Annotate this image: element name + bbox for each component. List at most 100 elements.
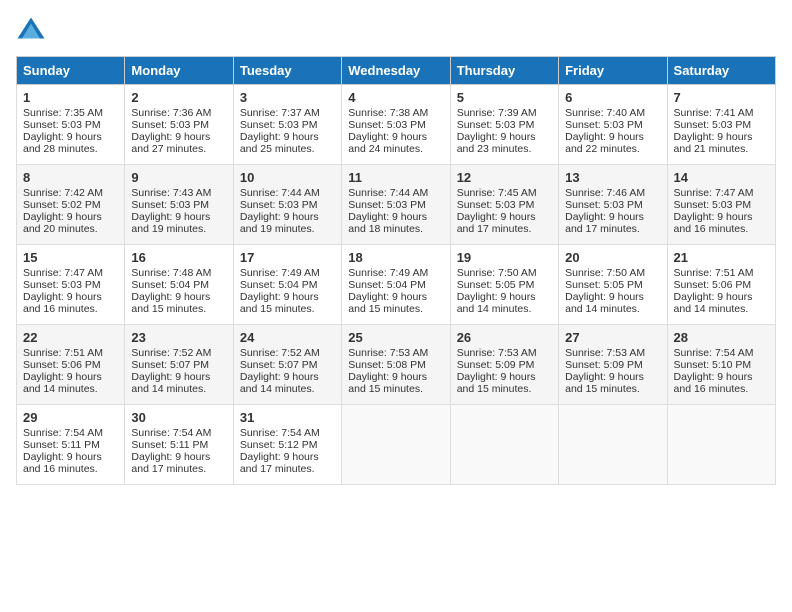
calendar-cell: 2 Sunrise: 7:36 AM Sunset: 5:03 PM Dayli… [125,85,233,165]
sunset-label: Sunset: 5:05 PM [457,279,535,291]
daylight-label: Daylight: 9 hours and 15 minutes. [240,291,319,315]
sunrise-label: Sunrise: 7:46 AM [565,187,645,199]
sunrise-label: Sunrise: 7:36 AM [131,107,211,119]
sunset-label: Sunset: 5:04 PM [240,279,318,291]
sunset-label: Sunset: 5:10 PM [674,359,752,371]
sunset-label: Sunset: 5:03 PM [23,279,101,291]
sunset-label: Sunset: 5:06 PM [674,279,752,291]
day-number: 7 [674,90,769,105]
day-header-thursday: Thursday [450,57,558,85]
sunrise-label: Sunrise: 7:35 AM [23,107,103,119]
calendar-cell: 30 Sunrise: 7:54 AM Sunset: 5:11 PM Dayl… [125,405,233,485]
calendar-cell: 4 Sunrise: 7:38 AM Sunset: 5:03 PM Dayli… [342,85,450,165]
day-number: 8 [23,170,118,185]
calendar-cell: 9 Sunrise: 7:43 AM Sunset: 5:03 PM Dayli… [125,165,233,245]
daylight-label: Daylight: 9 hours and 17 minutes. [240,451,319,475]
sunrise-label: Sunrise: 7:39 AM [457,107,537,119]
sunrise-label: Sunrise: 7:44 AM [240,187,320,199]
sunrise-label: Sunrise: 7:43 AM [131,187,211,199]
daylight-label: Daylight: 9 hours and 19 minutes. [240,211,319,235]
sunset-label: Sunset: 5:04 PM [348,279,426,291]
sunset-label: Sunset: 5:03 PM [131,199,209,211]
daylight-label: Daylight: 9 hours and 16 minutes. [23,291,102,315]
day-header-saturday: Saturday [667,57,775,85]
page-header [16,16,776,46]
logo-icon [16,16,46,46]
sunset-label: Sunset: 5:03 PM [457,199,535,211]
sunrise-label: Sunrise: 7:42 AM [23,187,103,199]
sunrise-label: Sunrise: 7:50 AM [457,267,537,279]
calendar-cell: 31 Sunrise: 7:54 AM Sunset: 5:12 PM Dayl… [233,405,341,485]
calendar-cell: 29 Sunrise: 7:54 AM Sunset: 5:11 PM Dayl… [17,405,125,485]
daylight-label: Daylight: 9 hours and 16 minutes. [674,211,753,235]
logo [16,16,50,46]
day-number: 17 [240,250,335,265]
daylight-label: Daylight: 9 hours and 17 minutes. [457,211,536,235]
calendar-cell: 17 Sunrise: 7:49 AM Sunset: 5:04 PM Dayl… [233,245,341,325]
day-number: 6 [565,90,660,105]
sunrise-label: Sunrise: 7:47 AM [23,267,103,279]
calendar-cell: 16 Sunrise: 7:48 AM Sunset: 5:04 PM Dayl… [125,245,233,325]
daylight-label: Daylight: 9 hours and 14 minutes. [457,291,536,315]
sunset-label: Sunset: 5:04 PM [131,279,209,291]
day-header-friday: Friday [559,57,667,85]
calendar-cell: 24 Sunrise: 7:52 AM Sunset: 5:07 PM Dayl… [233,325,341,405]
daylight-label: Daylight: 9 hours and 17 minutes. [565,211,644,235]
sunset-label: Sunset: 5:07 PM [240,359,318,371]
sunrise-label: Sunrise: 7:54 AM [674,347,754,359]
sunset-label: Sunset: 5:03 PM [674,119,752,131]
daylight-label: Daylight: 9 hours and 15 minutes. [348,371,427,395]
daylight-label: Daylight: 9 hours and 25 minutes. [240,131,319,155]
sunset-label: Sunset: 5:11 PM [23,439,100,451]
daylight-label: Daylight: 9 hours and 15 minutes. [457,371,536,395]
calendar-cell: 19 Sunrise: 7:50 AM Sunset: 5:05 PM Dayl… [450,245,558,325]
calendar-cell: 27 Sunrise: 7:53 AM Sunset: 5:09 PM Dayl… [559,325,667,405]
day-number: 28 [674,330,769,345]
calendar-cell: 3 Sunrise: 7:37 AM Sunset: 5:03 PM Dayli… [233,85,341,165]
calendar-cell: 6 Sunrise: 7:40 AM Sunset: 5:03 PM Dayli… [559,85,667,165]
daylight-label: Daylight: 9 hours and 23 minutes. [457,131,536,155]
day-number: 12 [457,170,552,185]
day-header-monday: Monday [125,57,233,85]
day-header-tuesday: Tuesday [233,57,341,85]
day-number: 30 [131,410,226,425]
calendar-week-2: 8 Sunrise: 7:42 AM Sunset: 5:02 PM Dayli… [17,165,776,245]
sunset-label: Sunset: 5:03 PM [565,199,643,211]
daylight-label: Daylight: 9 hours and 15 minutes. [565,371,644,395]
day-number: 21 [674,250,769,265]
sunset-label: Sunset: 5:09 PM [457,359,535,371]
daylight-label: Daylight: 9 hours and 14 minutes. [240,371,319,395]
daylight-label: Daylight: 9 hours and 14 minutes. [565,291,644,315]
sunset-label: Sunset: 5:02 PM [23,199,101,211]
sunrise-label: Sunrise: 7:37 AM [240,107,320,119]
daylight-label: Daylight: 9 hours and 28 minutes. [23,131,102,155]
calendar-cell [667,405,775,485]
sunset-label: Sunset: 5:03 PM [348,119,426,131]
day-number: 4 [348,90,443,105]
calendar-cell: 15 Sunrise: 7:47 AM Sunset: 5:03 PM Dayl… [17,245,125,325]
day-number: 9 [131,170,226,185]
calendar-cell: 8 Sunrise: 7:42 AM Sunset: 5:02 PM Dayli… [17,165,125,245]
calendar-week-5: 29 Sunrise: 7:54 AM Sunset: 5:11 PM Dayl… [17,405,776,485]
sunrise-label: Sunrise: 7:53 AM [457,347,537,359]
daylight-label: Daylight: 9 hours and 14 minutes. [131,371,210,395]
calendar-body: 1 Sunrise: 7:35 AM Sunset: 5:03 PM Dayli… [17,85,776,485]
calendar-cell: 10 Sunrise: 7:44 AM Sunset: 5:03 PM Dayl… [233,165,341,245]
sunset-label: Sunset: 5:12 PM [240,439,318,451]
day-number: 19 [457,250,552,265]
day-number: 22 [23,330,118,345]
daylight-label: Daylight: 9 hours and 14 minutes. [23,371,102,395]
day-number: 18 [348,250,443,265]
day-number: 10 [240,170,335,185]
day-number: 29 [23,410,118,425]
calendar-cell: 20 Sunrise: 7:50 AM Sunset: 5:05 PM Dayl… [559,245,667,325]
day-number: 5 [457,90,552,105]
sunrise-label: Sunrise: 7:53 AM [565,347,645,359]
calendar-cell: 18 Sunrise: 7:49 AM Sunset: 5:04 PM Dayl… [342,245,450,325]
sunset-label: Sunset: 5:09 PM [565,359,643,371]
sunrise-label: Sunrise: 7:44 AM [348,187,428,199]
daylight-label: Daylight: 9 hours and 20 minutes. [23,211,102,235]
sunrise-label: Sunrise: 7:38 AM [348,107,428,119]
sunrise-label: Sunrise: 7:45 AM [457,187,537,199]
calendar-cell: 22 Sunrise: 7:51 AM Sunset: 5:06 PM Dayl… [17,325,125,405]
